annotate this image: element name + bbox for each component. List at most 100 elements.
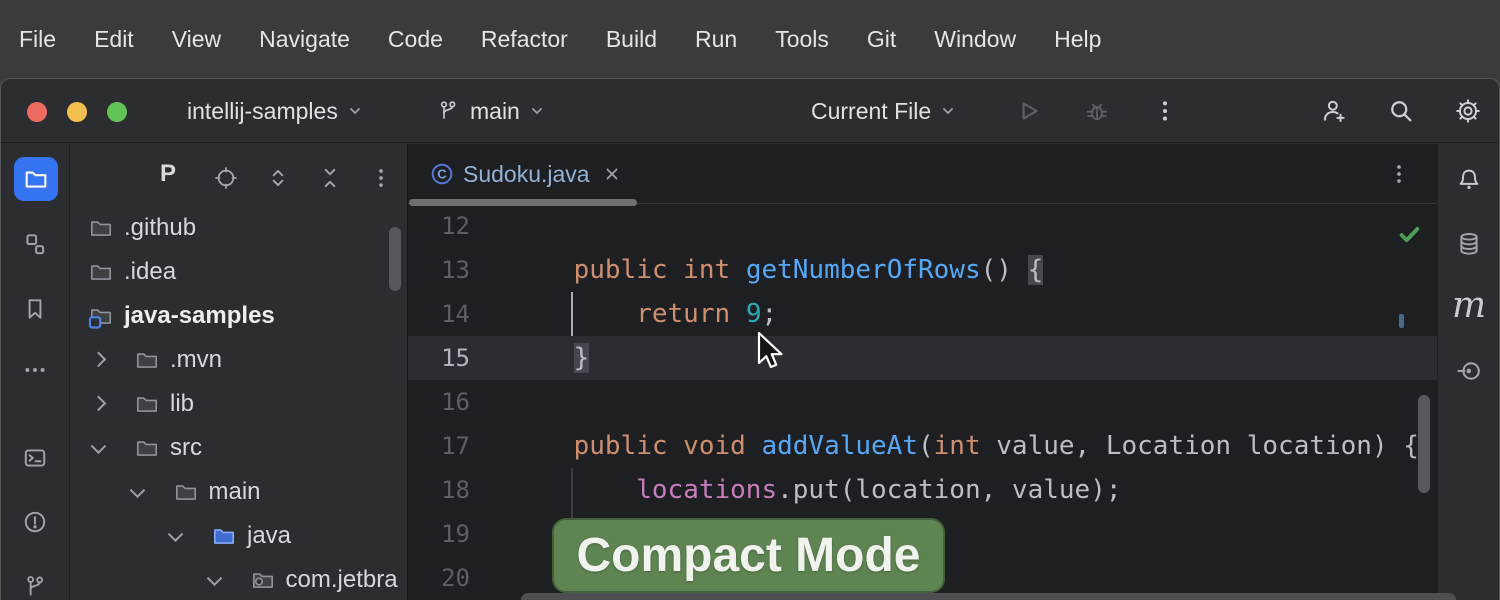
line-number-15[interactable]: 15: [408, 336, 470, 380]
git-tool-icon[interactable]: [21, 572, 49, 600]
code-line-15[interactable]: }: [511, 336, 589, 380]
chevron-down-icon: [940, 103, 956, 119]
folder-blue-icon: [211, 523, 237, 549]
left-tool-strip: [1, 144, 70, 600]
class-icon: C: [430, 162, 454, 186]
menu-item-build[interactable]: Build: [587, 26, 676, 53]
close-tab-icon[interactable]: [603, 165, 621, 183]
tree-item-lib[interactable]: lib: [70, 382, 407, 426]
project-panel: P .githu: [70, 144, 407, 600]
menu-item-tools[interactable]: Tools: [756, 26, 848, 53]
project-panel-title: P: [160, 144, 176, 204]
minimize-window-button[interactable]: [67, 102, 87, 122]
line-number-20[interactable]: 20: [408, 556, 470, 600]
menu-item-window[interactable]: Window: [915, 26, 1035, 53]
notifications-bell-icon[interactable]: [1455, 166, 1483, 194]
folder-icon: [134, 391, 160, 417]
code-line-17[interactable]: public void addValueAt(int value, Locati…: [511, 424, 1419, 468]
editor-area[interactable]: C Sudoku.java 1: [407, 144, 1437, 600]
run-configuration-selector[interactable]: Current File: [811, 79, 956, 143]
menu-item-git[interactable]: Git: [848, 26, 915, 53]
tree-item-label: main: [209, 470, 261, 514]
tree-item-java[interactable]: java: [70, 514, 407, 558]
tab-scroll-indicator[interactable]: [409, 199, 637, 206]
tree-item-java-samples[interactable]: java-samples: [70, 294, 407, 338]
tree-item-label: .github: [124, 206, 196, 250]
expand-all-icon[interactable]: [265, 165, 291, 191]
menu-item-file[interactable]: File: [0, 26, 75, 53]
tree-item-src[interactable]: src: [70, 426, 407, 470]
debug-button[interactable]: [1083, 97, 1111, 125]
tree-item-label: java-samples: [124, 294, 275, 338]
menu-item-code[interactable]: Code: [369, 26, 462, 53]
chevron-down-icon[interactable]: [168, 526, 184, 542]
search-everywhere-icon[interactable]: [1387, 97, 1415, 125]
editor-scrollbar[interactable]: [1418, 395, 1430, 493]
more-actions-kebab-icon[interactable]: [1151, 97, 1179, 125]
tree-item--idea[interactable]: .idea: [70, 250, 407, 294]
chevron-down-icon: [529, 103, 545, 119]
line-number-19[interactable]: 19: [408, 512, 470, 556]
panel-options-kebab-icon[interactable]: [368, 165, 394, 191]
maven-tool-icon[interactable]: m: [1455, 292, 1483, 320]
folder-icon: [22, 165, 50, 193]
code-editor[interactable]: 121314151617181920 public int getNumberO…: [408, 204, 1437, 600]
more-tool-windows-icon[interactable]: [21, 356, 49, 384]
code-line-13[interactable]: public int getNumberOfRows() {: [511, 248, 1043, 292]
line-number-13[interactable]: 13: [408, 248, 470, 292]
structure-tool-icon[interactable]: [21, 230, 49, 258]
locate-file-icon[interactable]: [213, 165, 239, 191]
chevron-right-icon[interactable]: [91, 396, 107, 412]
menu-item-edit[interactable]: Edit: [75, 26, 153, 53]
branch-widget[interactable]: main: [437, 79, 545, 143]
line-number-17[interactable]: 17: [408, 424, 470, 468]
ide-screenshot: FileEditViewNavigateCodeRefactorBuildRun…: [0, 0, 1500, 600]
code-line-14[interactable]: return 9;: [511, 292, 777, 336]
bookmarks-tool-icon[interactable]: [21, 295, 49, 323]
menu-bar: FileEditViewNavigateCodeRefactorBuildRun…: [0, 0, 1500, 78]
package-icon: [250, 567, 276, 593]
project-tool-button[interactable]: [14, 157, 58, 201]
line-number-16[interactable]: 16: [408, 380, 470, 424]
project-panel-header: P: [70, 144, 407, 204]
run-button[interactable]: [1015, 97, 1043, 125]
chevron-right-icon[interactable]: [91, 352, 107, 368]
menu-item-run[interactable]: Run: [676, 26, 756, 53]
database-tool-icon[interactable]: [1455, 230, 1483, 258]
menu-item-view[interactable]: View: [153, 26, 240, 53]
menu-item-refactor[interactable]: Refactor: [462, 26, 587, 53]
chevron-down-icon[interactable]: [206, 570, 222, 586]
tree-item-label: com.jetbra: [286, 558, 398, 600]
collapse-all-icon[interactable]: [317, 165, 343, 191]
tab-sudoku-java[interactable]: C Sudoku.java: [408, 144, 637, 204]
close-window-button[interactable]: [27, 102, 47, 122]
change-marker: [1399, 314, 1404, 328]
branch-name: main: [470, 98, 520, 125]
tree-item--github[interactable]: .github: [70, 206, 407, 250]
code-with-me-add-user-icon[interactable]: [1320, 97, 1348, 125]
tree-item-main[interactable]: main: [70, 470, 407, 514]
gradle-tool-icon[interactable]: [1455, 357, 1483, 385]
inspections-ok-check-icon[interactable]: [1396, 221, 1423, 248]
code-line-18[interactable]: locations.put(location, value);: [511, 468, 1122, 512]
terminal-tool-icon[interactable]: [21, 444, 49, 472]
settings-gear-icon[interactable]: [1454, 97, 1482, 125]
project-tree-scrollbar[interactable]: [389, 227, 401, 291]
line-number-14[interactable]: 14: [408, 292, 470, 336]
tree-item--mvn[interactable]: .mvn: [70, 338, 407, 382]
chevron-down-icon[interactable]: [129, 482, 145, 498]
zoom-window-button[interactable]: [107, 102, 127, 122]
editor-tab-bar: C Sudoku.java: [408, 144, 1437, 204]
project-widget[interactable]: intellij-samples: [187, 79, 363, 143]
line-number-18[interactable]: 18: [408, 468, 470, 512]
main-content: P .githu: [1, 144, 1499, 600]
tab-options-kebab-icon[interactable]: [1386, 161, 1412, 187]
compact-mode-badge[interactable]: Compact Mode: [552, 518, 945, 593]
line-number-12[interactable]: 12: [408, 204, 470, 248]
git-branch-icon: [437, 99, 461, 123]
problems-tool-icon[interactable]: [21, 508, 49, 536]
chevron-down-icon[interactable]: [91, 438, 107, 454]
tree-item-com-jetbra[interactable]: com.jetbra: [70, 558, 407, 600]
menu-item-navigate[interactable]: Navigate: [240, 26, 369, 53]
menu-item-help[interactable]: Help: [1035, 26, 1120, 53]
